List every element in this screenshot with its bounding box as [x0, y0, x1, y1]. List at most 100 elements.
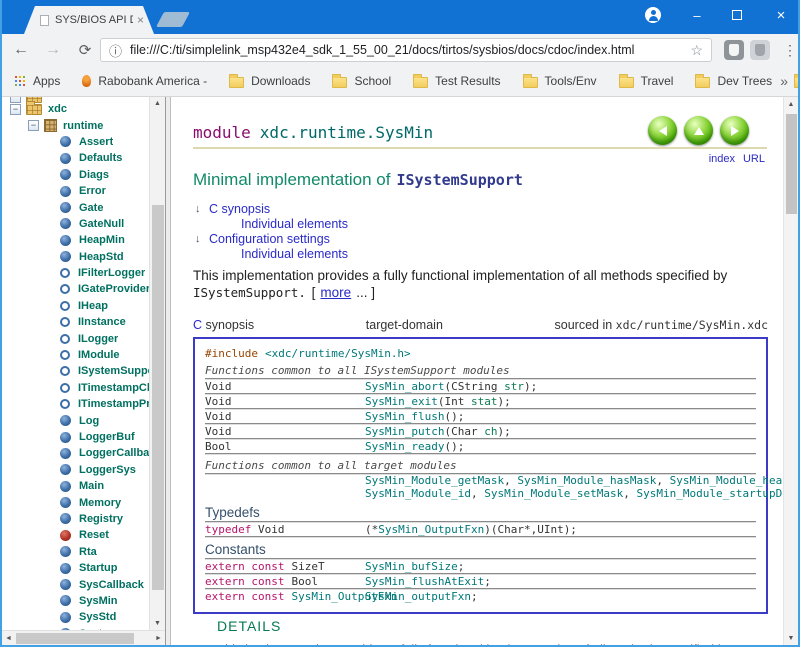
scroll-up-icon[interactable]: ▲: [784, 97, 798, 111]
constant-name-link[interactable]: SysMin_bufSize: [365, 560, 458, 573]
function-name-link[interactable]: SysMin_abort: [365, 380, 444, 393]
forward-button[interactable]: →: [40, 38, 66, 62]
tree-item[interactable]: Registry: [60, 511, 149, 527]
tree-item[interactable]: IModule: [60, 347, 149, 363]
tree-item[interactable]: IGateProvider: [60, 281, 149, 297]
page-info-icon[interactable]: ⓘ: [109, 41, 122, 60]
reload-button[interactable]: ⟳: [72, 38, 98, 62]
page-title-interface[interactable]: ISystemSupport: [396, 171, 522, 189]
tree-item[interactable]: ISystemSupport: [60, 363, 149, 379]
extension-icon[interactable]: [724, 40, 744, 60]
function-name-link[interactable]: SysMin_exit: [365, 395, 438, 408]
toc-link[interactable]: Individual elements: [241, 217, 348, 231]
constant-name-link[interactable]: SysMin_outputFxn: [365, 590, 471, 603]
tree-item[interactable]: Gate: [60, 199, 149, 215]
scrollbar-thumb[interactable]: [16, 633, 134, 644]
tree-item[interactable]: LoggerSys: [60, 462, 149, 478]
tree-item[interactable]: SysMin: [60, 593, 149, 609]
module-function-link[interactable]: SysMin_Module_hasMask: [517, 474, 656, 487]
function-name-link[interactable]: SysMin_putch: [365, 425, 444, 438]
tree-item[interactable]: Log: [60, 412, 149, 428]
tree-item[interactable]: SysCallback: [60, 576, 149, 592]
bookmark-item[interactable]: Tools/Env: [523, 74, 597, 88]
new-tab-button[interactable]: [156, 12, 190, 27]
url-text[interactable]: file:///C:/ti/simplelink_msp432e4_sdk_1_…: [130, 43, 684, 57]
tree-item[interactable]: SysStd: [60, 609, 149, 625]
tab-close-icon[interactable]: ×: [137, 14, 144, 26]
content-vertical-scrollbar[interactable]: ▲ ▼: [783, 97, 798, 645]
bookmark-item[interactable]: Rabobank America -: [82, 74, 207, 88]
scroll-down-icon[interactable]: ▼: [150, 617, 165, 630]
nav-up-button[interactable]: [684, 116, 713, 145]
function-name-link[interactable]: SysMin_ready: [365, 440, 444, 453]
collapse-icon[interactable]: [10, 97, 21, 103]
profile-button[interactable]: [640, 0, 666, 30]
bookmark-item[interactable]: Travel: [619, 74, 674, 88]
bookmark-item[interactable]: Dev Trees: [695, 74, 772, 88]
nav-prev-button[interactable]: [648, 116, 677, 145]
tree-item[interactable]: Rta: [60, 544, 149, 560]
collapse-icon[interactable]: −: [28, 120, 39, 131]
tree-item-runtime[interactable]: − runtime: [2, 117, 149, 133]
constant-name-link[interactable]: SysMin_flushAtExit: [365, 575, 484, 588]
tree-item[interactable]: Memory: [60, 494, 149, 510]
tree-item[interactable]: Assert: [60, 134, 149, 150]
tree-item[interactable]: LoggerBuf: [60, 429, 149, 445]
tree-item[interactable]: Defaults: [60, 150, 149, 166]
bookmark-item[interactable]: School: [332, 74, 391, 88]
tree-item[interactable]: IFilterLogger: [60, 265, 149, 281]
module-function-link[interactable]: SysMin_Module_heap: [670, 474, 783, 487]
tree-item[interactable]: Startup: [60, 560, 149, 576]
index-link[interactable]: index: [709, 153, 735, 165]
module-function-link[interactable]: SysMin_Module_startupDone: [637, 487, 783, 500]
bookmarks-overflow-button[interactable]: »: [780, 73, 788, 89]
bookmark-item[interactable]: Apps: [14, 74, 60, 88]
toc-link[interactable]: Configuration settings: [209, 232, 330, 246]
include-path[interactable]: <xdc/runtime/SysMin.h>: [265, 347, 411, 360]
tree-item[interactable]: ITimestampClient: [60, 380, 149, 396]
tree-item[interactable]: Reset: [60, 527, 149, 543]
browser-menu-button[interactable]: ⋮: [780, 38, 800, 62]
tree-item[interactable]: LoggerCallback: [60, 445, 149, 461]
sidebar-vertical-scrollbar[interactable]: ▲ ▼: [149, 97, 165, 630]
scroll-left-icon[interactable]: ◄: [2, 631, 15, 645]
toc-link[interactable]: C synopsis: [209, 202, 270, 216]
bookmark-item[interactable]: Data Sheets: [794, 74, 800, 88]
tree-item[interactable]: HeapMin: [60, 232, 149, 248]
bookmark-star-icon[interactable]: ☆: [690, 42, 703, 59]
address-bar[interactable]: ⓘ file:///C:/ti/simplelink_msp432e4_sdk_…: [100, 38, 712, 62]
maximize-button[interactable]: [724, 0, 750, 30]
module-function-link[interactable]: SysMin_Module_id: [365, 487, 471, 500]
tree-item[interactable]: GateNull: [60, 216, 149, 232]
constant-type: SizeT: [291, 560, 324, 573]
back-button[interactable]: ←: [8, 38, 34, 62]
toc-link[interactable]: Individual elements: [241, 247, 348, 261]
scroll-down-icon[interactable]: ▼: [784, 631, 798, 645]
sidebar-horizontal-scrollbar[interactable]: ◄ ►: [2, 630, 165, 645]
tree-item[interactable]: ITimestampProvider: [60, 396, 149, 412]
bookmark-item[interactable]: Test Results: [413, 74, 500, 88]
minimize-button[interactable]: –: [684, 0, 710, 30]
tree-item[interactable]: ILogger: [60, 330, 149, 346]
close-window-button[interactable]: ×: [768, 0, 794, 30]
scroll-up-icon[interactable]: ▲: [150, 97, 165, 110]
module-function-link[interactable]: SysMin_Module_setMask: [484, 487, 623, 500]
bookmark-item[interactable]: Downloads: [229, 74, 310, 88]
function-name-link[interactable]: SysMin_flush: [365, 410, 444, 423]
tree-item[interactable]: HeapStd: [60, 249, 149, 265]
typedef-name-link[interactable]: SysMin_OutputFxn: [378, 523, 484, 536]
more-link[interactable]: more: [320, 285, 351, 300]
tree-item[interactable]: Diags: [60, 167, 149, 183]
url-link[interactable]: URL: [743, 153, 765, 165]
extension-icon[interactable]: [750, 40, 770, 60]
tree-item[interactable]: IHeap: [60, 298, 149, 314]
tree-item[interactable]: IInstance: [60, 314, 149, 330]
scrollbar-thumb[interactable]: [786, 114, 797, 214]
scrollbar-thumb[interactable]: [152, 205, 164, 590]
module-function-link[interactable]: SysMin_Module_getMask: [365, 474, 504, 487]
tree-item[interactable]: Main: [60, 478, 149, 494]
tree-item[interactable]: Error: [60, 183, 149, 199]
scroll-right-icon[interactable]: ►: [152, 631, 165, 645]
browser-tab[interactable]: SYS/BIOS API Documentation ×: [24, 6, 154, 34]
nav-next-button[interactable]: [720, 116, 749, 145]
